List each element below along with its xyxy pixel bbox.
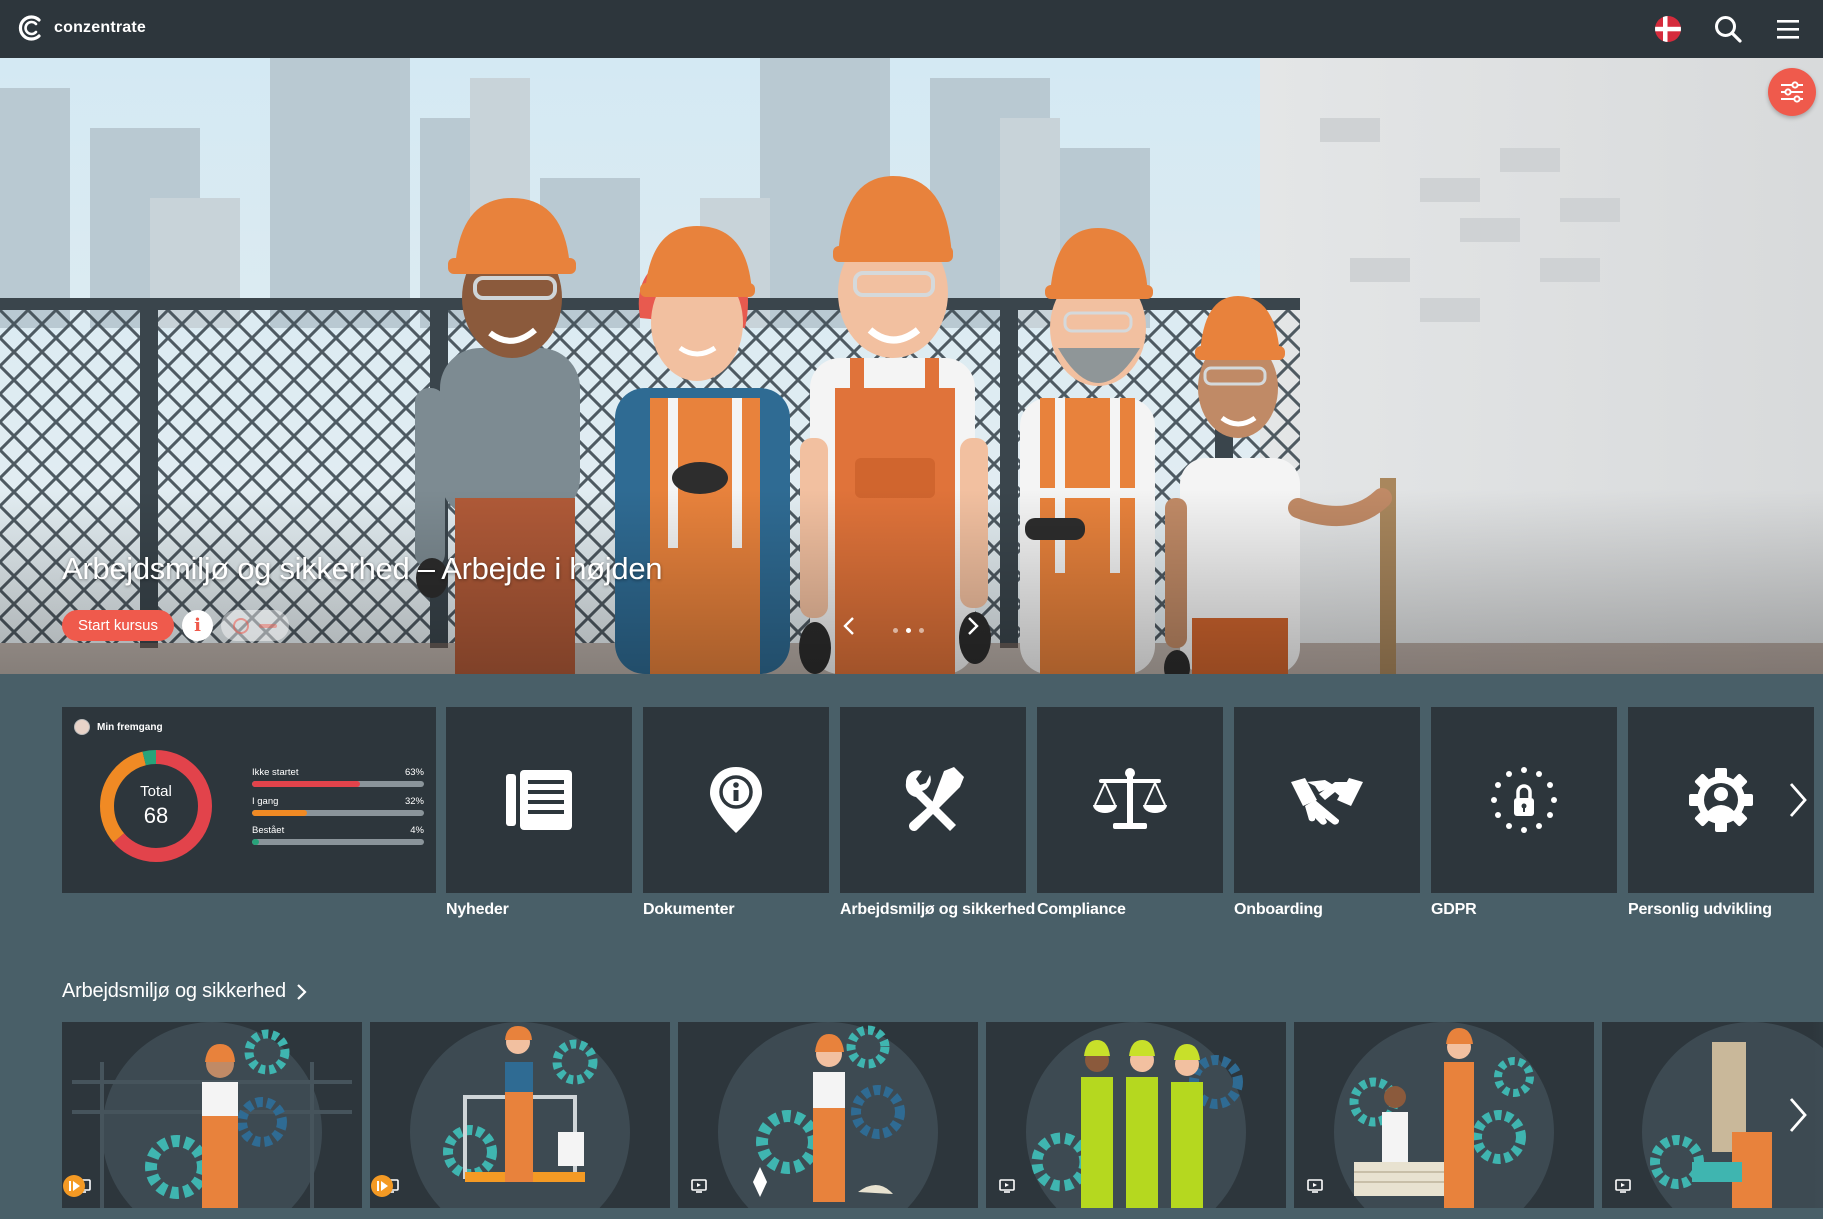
time-badge <box>221 610 290 641</box>
search-button[interactable] <box>1711 12 1745 46</box>
course-thumbnail <box>1334 1022 1554 1208</box>
course-card[interactable] <box>62 1022 362 1208</box>
gear-tooth <box>1689 794 1701 806</box>
language-button[interactable] <box>1651 12 1685 46</box>
course-thumbnail <box>72 1022 352 1208</box>
sliders-icon <box>1781 81 1803 103</box>
pagination-dot[interactable] <box>919 628 924 633</box>
play-icon[interactable] <box>62 1174 86 1198</box>
course-carousel <box>62 1022 1823 1208</box>
hero-prev-button[interactable] <box>840 614 860 638</box>
hero-title: Arbejdsmiljø og sikkerhed – Arbejde i hø… <box>62 551 663 586</box>
total-value: 68 <box>143 803 169 828</box>
course-card[interactable] <box>986 1022 1286 1208</box>
course-thumbnail <box>410 1022 630 1208</box>
progress-card[interactable]: Min fremgang Total 68 Ikke startet 63% I … <box>62 707 436 893</box>
logo-text: conzentrate <box>54 19 146 36</box>
gear-tooth <box>1715 768 1727 780</box>
star-icon <box>1506 771 1512 777</box>
category-tile-safety[interactable]: Arbejdsmiljø og sikkerhed <box>840 707 1035 919</box>
star-icon <box>1547 812 1553 818</box>
section-title: Arbejdsmiljø og sikkerhed <box>62 980 286 1002</box>
location-info-icon <box>710 767 762 833</box>
chevron-right-icon <box>1789 1098 1807 1132</box>
avatar <box>74 719 90 735</box>
star-icon <box>1536 823 1542 829</box>
search-icon <box>1715 16 1742 43</box>
tiles-next-button[interactable] <box>1786 780 1810 825</box>
course-thumbnail <box>718 1022 938 1208</box>
star-icon <box>1521 827 1527 833</box>
category-tile-compliance[interactable]: Compliance <box>1037 707 1223 919</box>
progress-header: Min fremgang <box>97 721 163 733</box>
chevron-right-icon <box>1789 783 1807 817</box>
star-icon <box>1495 782 1501 788</box>
gear-person-icon <box>1689 768 1753 832</box>
tools-icon <box>905 767 964 831</box>
chevron-right-icon <box>968 617 979 635</box>
course-card[interactable] <box>1294 1022 1594 1208</box>
filter-button[interactable] <box>1768 68 1816 116</box>
star-icon <box>1506 823 1512 829</box>
progress-bar-fill <box>252 810 308 816</box>
clock-icon <box>233 617 250 634</box>
progress-bar-fill <box>252 839 259 845</box>
info-button[interactable]: i <box>182 610 214 641</box>
course-card[interactable] <box>370 1022 670 1208</box>
star-icon <box>1547 782 1553 788</box>
news-list-icon <box>506 770 572 830</box>
star-icon <box>1521 767 1527 773</box>
conzentrate-logo-icon <box>18 15 41 41</box>
hero-banner: Arbejdsmiljø og sikkerhed – Arbejde i hø… <box>0 58 1823 674</box>
progress-row-not-started: Ikke startet 63% <box>252 767 424 787</box>
progress-row-passed: Bestået 4% <box>252 825 424 845</box>
section-header[interactable]: Arbejdsmiljø og sikkerhed <box>62 980 308 1003</box>
category-tiles: Nyheder Dokumenter Arbejdsmiljø og sikke… <box>446 707 1814 919</box>
video-icon <box>1615 1179 1631 1193</box>
handshake-icon <box>1291 778 1363 825</box>
chevron-right-icon <box>297 983 307 1000</box>
hero-pagination <box>893 628 924 633</box>
progress-row-in-progress: I gang 32% <box>252 796 424 816</box>
danish-flag-icon <box>1655 16 1681 42</box>
category-tile-documents[interactable]: Dokumenter <box>643 707 829 919</box>
category-tile-onboarding[interactable]: Onboarding <box>1234 707 1420 919</box>
hamburger-menu-icon <box>1777 20 1799 39</box>
menu-button[interactable] <box>1771 12 1805 46</box>
star-icon <box>1551 797 1557 803</box>
star-icon <box>1536 771 1542 777</box>
course-card[interactable] <box>678 1022 978 1208</box>
chevron-left-icon <box>843 617 854 635</box>
video-icon <box>999 1179 1015 1193</box>
video-icon <box>1307 1179 1323 1193</box>
star-icon <box>1495 812 1501 818</box>
category-tile-gdpr[interactable]: GDPR <box>1431 707 1617 919</box>
play-icon[interactable] <box>370 1174 394 1198</box>
gear-tooth <box>1715 820 1727 832</box>
star-icon <box>1491 797 1497 803</box>
logo[interactable]: conzentrate <box>18 14 146 42</box>
progress-bar-fill <box>252 781 361 787</box>
courses-next-button[interactable] <box>1786 1095 1810 1140</box>
top-bar: conzentrate <box>0 0 1823 58</box>
pagination-dot-active[interactable] <box>906 628 911 633</box>
start-course-button[interactable]: Start kursus <box>62 610 175 641</box>
eu-lock-icon <box>1491 767 1557 833</box>
scales-icon <box>1093 768 1167 829</box>
category-tile-news[interactable]: Nyheder <box>446 707 632 919</box>
video-icon <box>691 1179 707 1193</box>
pagination-dot[interactable] <box>893 628 898 633</box>
course-thumbnail <box>1026 1022 1246 1208</box>
gear-tooth <box>1741 794 1753 806</box>
total-label: Total <box>140 783 172 800</box>
hero-next-button[interactable] <box>962 614 982 638</box>
